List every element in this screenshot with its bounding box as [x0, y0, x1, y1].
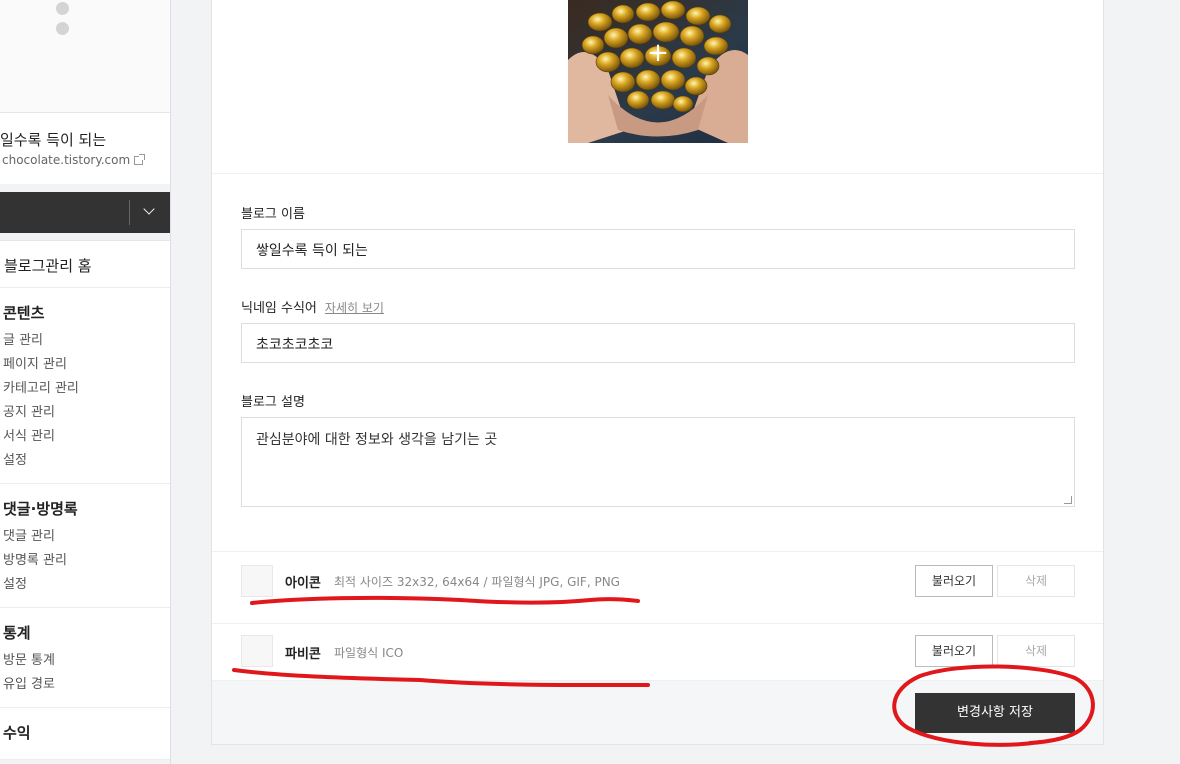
more-dot[interactable] [56, 22, 69, 35]
sidebar-item-visit-stats[interactable]: 방문 통계 [3, 649, 170, 673]
favicon-upload-row: 파비콘 파일형식 ICO 불러오기 삭제 [212, 623, 1103, 680]
favicon-delete-button[interactable]: 삭제 [997, 635, 1075, 667]
sidebar-item-pages[interactable]: 페이지 관리 [3, 353, 170, 377]
sidebar-item-guestbook[interactable]: 방명록 관리 [3, 549, 170, 573]
nickname-detail-link[interactable]: 자세히 보기 [325, 301, 384, 315]
blog-info: 일수록 득이 되는 chocolate.tistory.com [0, 112, 170, 184]
blog-name-input[interactable]: 쌓일수록 득이 되는 [241, 229, 1075, 269]
resize-handle-icon[interactable] [1064, 496, 1072, 504]
blog-settings-panel: + 블로그 이름 쌓일수록 득이 되는 닉네임 수식어 자세히 보기 초코초코초코… [211, 0, 1104, 745]
menu-section-comments: 댓글·방명록 댓글 관리 방명록 관리 설정 [0, 484, 170, 608]
sidebar-blog-url[interactable]: chocolate.tistory.com [2, 153, 146, 167]
sidebar-item-notices[interactable]: 공지 관리 [3, 401, 170, 425]
description-textarea[interactable]: 관심분야에 대한 정보와 생각을 남기는 곳 [241, 417, 1075, 507]
blog-image-thumbnail [568, 0, 748, 143]
sidebar-item-home[interactable]: 블로그관리 홈 [0, 241, 170, 288]
blog-image-area: + [212, 0, 1103, 174]
more-dot[interactable] [56, 2, 69, 15]
icon-thumbnail [241, 565, 273, 597]
blog-switcher[interactable] [0, 192, 170, 233]
icon-load-button[interactable]: 불러오기 [915, 565, 993, 597]
description-text[interactable]: 관심분야에 대한 정보와 생각을 남기는 곳 [256, 432, 497, 448]
sidebar: 일수록 득이 되는 chocolate.tistory.com 블로그관리 홈 … [0, 0, 171, 764]
divider [129, 200, 130, 225]
add-image-icon[interactable]: + [568, 40, 748, 66]
sidebar-item-comments[interactable]: 댓글 관리 [3, 525, 170, 549]
sidebar-item-comment-settings[interactable]: 설정 [3, 573, 170, 597]
blog-profile-card: 일수록 득이 되는 chocolate.tistory.com [0, 0, 170, 184]
section-title[interactable]: 댓글·방명록 [3, 498, 170, 519]
nickname-label: 닉네임 수식어 [241, 301, 317, 316]
description-label: 블로그 설명 [241, 395, 305, 410]
icon-upload-row: 아이콘 최적 사이즈 32x32, 64x64 / 파일형식 JPG, GIF,… [212, 551, 1103, 623]
section-title[interactable]: 콘텐츠 [3, 302, 170, 323]
nickname-label-group: 닉네임 수식어 자세히 보기 [241, 297, 384, 316]
favicon-title: 파비콘 [285, 647, 321, 662]
icon-description: 최적 사이즈 32x32, 64x64 / 파일형식 JPG, GIF, PNG [334, 575, 620, 589]
external-link-icon[interactable] [134, 154, 146, 165]
sidebar-item-templates[interactable]: 서식 관리 [3, 425, 170, 449]
icon-delete-button[interactable]: 삭제 [997, 565, 1075, 597]
favicon-load-button[interactable]: 불러오기 [915, 635, 993, 667]
sidebar-item-posts[interactable]: 글 관리 [3, 329, 170, 353]
sidebar-item-categories[interactable]: 카테고리 관리 [3, 377, 170, 401]
sidebar-item-referrers[interactable]: 유입 경로 [3, 673, 170, 697]
sidebar-menu: 블로그관리 홈 콘텐츠 글 관리 페이지 관리 카테고리 관리 공지 관리 서식… [0, 240, 170, 760]
chevron-down-icon[interactable] [143, 203, 155, 215]
save-changes-button[interactable]: 변경사항 저장 [915, 693, 1075, 733]
menu-section-content: 콘텐츠 글 관리 페이지 관리 카테고리 관리 공지 관리 서식 관리 설정 [0, 288, 170, 484]
menu-section-revenue: 수익 [0, 708, 170, 760]
settings-footer: 변경사항 저장 [212, 680, 1103, 744]
nickname-input[interactable]: 초코초코초코 [241, 323, 1075, 363]
favicon-description: 파일형식 ICO [334, 646, 404, 660]
menu-section-stats: 통계 방문 통계 유입 경로 [0, 608, 170, 708]
section-title[interactable]: 통계 [3, 622, 170, 643]
blog-name-label: 블로그 이름 [241, 207, 305, 222]
sidebar-blog-title[interactable]: 일수록 득이 되는 [0, 129, 106, 150]
icon-title: 아이콘 [285, 576, 321, 591]
section-title[interactable]: 수익 [3, 722, 170, 743]
favicon-thumbnail [241, 635, 273, 667]
blog-url-text[interactable]: chocolate.tistory.com [2, 153, 130, 167]
sidebar-item-content-settings[interactable]: 설정 [3, 449, 170, 473]
blog-image-upload[interactable]: + [568, 0, 748, 143]
